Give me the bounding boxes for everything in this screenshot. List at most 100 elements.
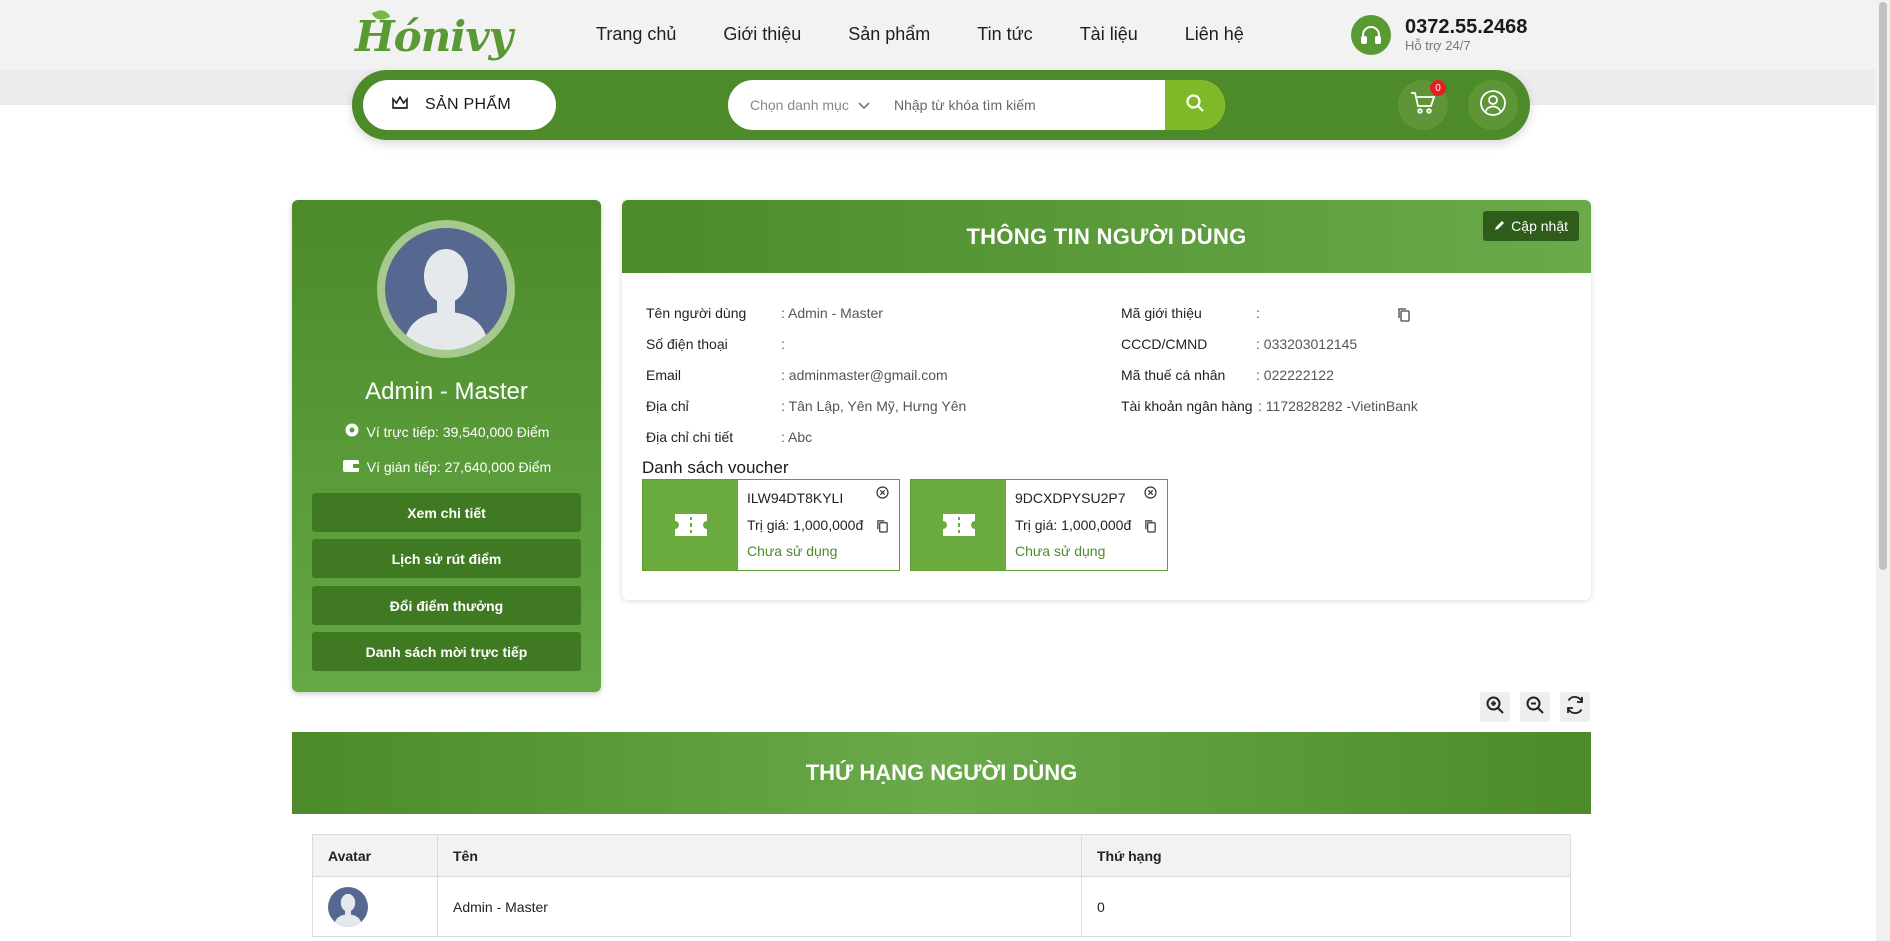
view-details-button[interactable]: Xem chi tiết (312, 493, 581, 532)
column-header-avatar: Avatar (312, 834, 438, 877)
field-label: Email (646, 367, 682, 383)
voucher-card: 9DCXDPYSU2P7 Trị giá: 1,000,000đ Chưa sử… (910, 479, 1168, 571)
nav-products[interactable]: Sản phẩm (848, 22, 930, 46)
voucher-code: 9DCXDPYSU2P7 (1015, 490, 1126, 506)
search-bar: SẢN PHẨM Chọn danh mục 0 (352, 70, 1530, 140)
field-value: : (781, 336, 785, 352)
nav-documents[interactable]: Tài liệu (1080, 22, 1138, 46)
wallet-indirect: Ví gián tiếp: 27,640,000 Điểm (292, 458, 601, 476)
update-button[interactable]: Cập nhật (1483, 211, 1579, 241)
zoom-in-button[interactable] (1480, 692, 1510, 722)
field-value: : Tân Lập, Yên Mỹ, Hưng Yên (781, 398, 967, 414)
voucher-value: Trị giá: 1,000,000đ (1015, 517, 1132, 533)
search-icon (1185, 93, 1205, 118)
withdraw-history-button[interactable]: Lịch sử rút điểm (312, 539, 581, 578)
cart-count-badge: 0 (1430, 80, 1446, 96)
column-header-name: Tên (437, 834, 1082, 877)
row-avatar-cell (312, 876, 438, 937)
table-row: Admin - Master 0 (312, 876, 1571, 937)
profile-card: Admin - Master Ví trực tiếp: 39,540,000 … (292, 200, 601, 692)
table-header-row: Avatar Tên Thứ hạng (312, 834, 1571, 877)
user-info-card: THÔNG TIN NGƯỜI DÙNG Cập nhật Tên người … (622, 200, 1591, 600)
search-box: Chọn danh mục (728, 80, 1225, 130)
update-button-label: Cập nhật (1511, 218, 1568, 234)
refresh-icon (1564, 694, 1586, 721)
scrollbar-thumb[interactable] (1879, 2, 1887, 570)
gear-icon (344, 422, 360, 441)
ranking-title: THỨ HẠNG NGƯỜI DÙNG (805, 760, 1078, 785)
field-value: : Abc (781, 429, 813, 445)
hotline[interactable]: 0372.55.2468 Hỗ trợ 24/7 (1351, 15, 1527, 55)
avatar-image (385, 228, 507, 350)
voucher-code: ILW94DT8KYLI (747, 490, 844, 506)
field-value: : 022222122 (1256, 367, 1334, 383)
wallet-direct: Ví trực tiếp: 39,540,000 Điểm (292, 422, 601, 441)
field-value: : Admin - Master (781, 305, 883, 321)
page-scrollbar[interactable] (1876, 0, 1890, 941)
field-value: : 1172828282 -VietinBank (1258, 398, 1418, 414)
wallet-indirect-text: Ví gián tiếp: 27,640,000 Điểm (366, 459, 552, 475)
profile-name: Admin - Master (365, 378, 528, 405)
copy-icon[interactable] (876, 519, 889, 538)
category-select[interactable]: Chọn danh mục (728, 97, 884, 113)
redeem-points-button[interactable]: Đổi điểm thưởng (312, 586, 581, 625)
category-placeholder: Chọn danh mục (750, 97, 849, 113)
row-rank-cell: 0 (1081, 876, 1571, 937)
voucher-status: Chưa sử dụng (1015, 543, 1106, 559)
logo-text: Hónivy (355, 12, 513, 61)
user-info-header: THÔNG TIN NGƯỜI DÙNG Cập nhật (622, 200, 1591, 273)
field-label: Số điện thoại (646, 336, 728, 352)
refresh-button[interactable] (1560, 692, 1590, 722)
cart-icon (1410, 91, 1436, 120)
voucher-value: Trị giá: 1,000,000đ (747, 517, 864, 533)
avatar (377, 220, 515, 358)
main-nav: Trang chủ Giới thiệu Sản phẩm Tin tức Tà… (596, 22, 1291, 46)
pencil-icon (1494, 218, 1506, 234)
copy-icon[interactable] (1144, 519, 1157, 538)
voucher-body: ILW94DT8KYLI Trị giá: 1,000,000đ Chưa sử… (738, 480, 899, 570)
voucher-status: Chưa sử dụng (747, 543, 838, 559)
voucher-list-title: Danh sách voucher (642, 458, 789, 477)
ranking-header: THỨ HẠNG NGƯỜI DÙNG (292, 732, 1591, 814)
row-name-cell: Admin - Master (437, 876, 1082, 937)
close-icon[interactable] (1144, 486, 1157, 504)
field-label: Mã giới thiệu (1121, 305, 1202, 321)
copy-referral-icon[interactable] (1397, 307, 1411, 327)
search-button[interactable] (1165, 80, 1225, 130)
zoom-out-button[interactable] (1520, 692, 1550, 722)
zoom-out-icon (1525, 695, 1545, 720)
voucher-body: 9DCXDPYSU2P7 Trị giá: 1,000,000đ Chưa sử… (1006, 480, 1167, 570)
ticket-icon (911, 480, 1006, 570)
nav-news[interactable]: Tin tức (977, 22, 1032, 46)
crown-icon (391, 94, 409, 116)
field-label: Tài khoản ngân hàng (1121, 398, 1253, 414)
field-label: Mã thuế cá nhân (1121, 367, 1226, 383)
headset-icon (1351, 15, 1391, 55)
search-input[interactable] (884, 80, 1165, 130)
account-button[interactable] (1468, 80, 1518, 130)
ticket-icon (643, 480, 738, 570)
close-icon[interactable] (876, 486, 889, 504)
zoom-toolbar (1480, 692, 1590, 722)
field-label: Tên người dùng (646, 305, 747, 321)
nav-about[interactable]: Giới thiệu (723, 22, 801, 46)
wallet-icon (342, 458, 360, 476)
products-menu-button[interactable]: SẢN PHẨM (363, 80, 556, 130)
avatar (328, 886, 368, 927)
zoom-in-icon (1485, 695, 1505, 720)
field-value: : 033203012145 (1256, 336, 1358, 352)
site-logo[interactable]: Hónivy (355, 7, 513, 61)
nav-contact[interactable]: Liên hệ (1185, 22, 1244, 46)
hotline-subtitle: Hỗ trợ 24/7 (1405, 38, 1471, 53)
cart-button[interactable]: 0 (1398, 80, 1448, 130)
ranking-table: Avatar Tên Thứ hạng Admin - Master 0 (312, 834, 1571, 937)
direct-invites-button[interactable]: Danh sách mời trực tiếp (312, 632, 581, 671)
field-value: : (1256, 305, 1260, 321)
voucher-card: ILW94DT8KYLI Trị giá: 1,000,000đ Chưa sử… (642, 479, 900, 571)
column-header-rank: Thứ hạng (1081, 834, 1571, 877)
products-menu-label: SẢN PHẨM (425, 96, 511, 113)
chevron-down-icon (858, 97, 870, 113)
nav-home[interactable]: Trang chủ (596, 22, 676, 46)
user-info-title: THÔNG TIN NGƯỜI DÙNG (966, 223, 1247, 249)
field-label: CCCD/CMND (1121, 336, 1208, 352)
